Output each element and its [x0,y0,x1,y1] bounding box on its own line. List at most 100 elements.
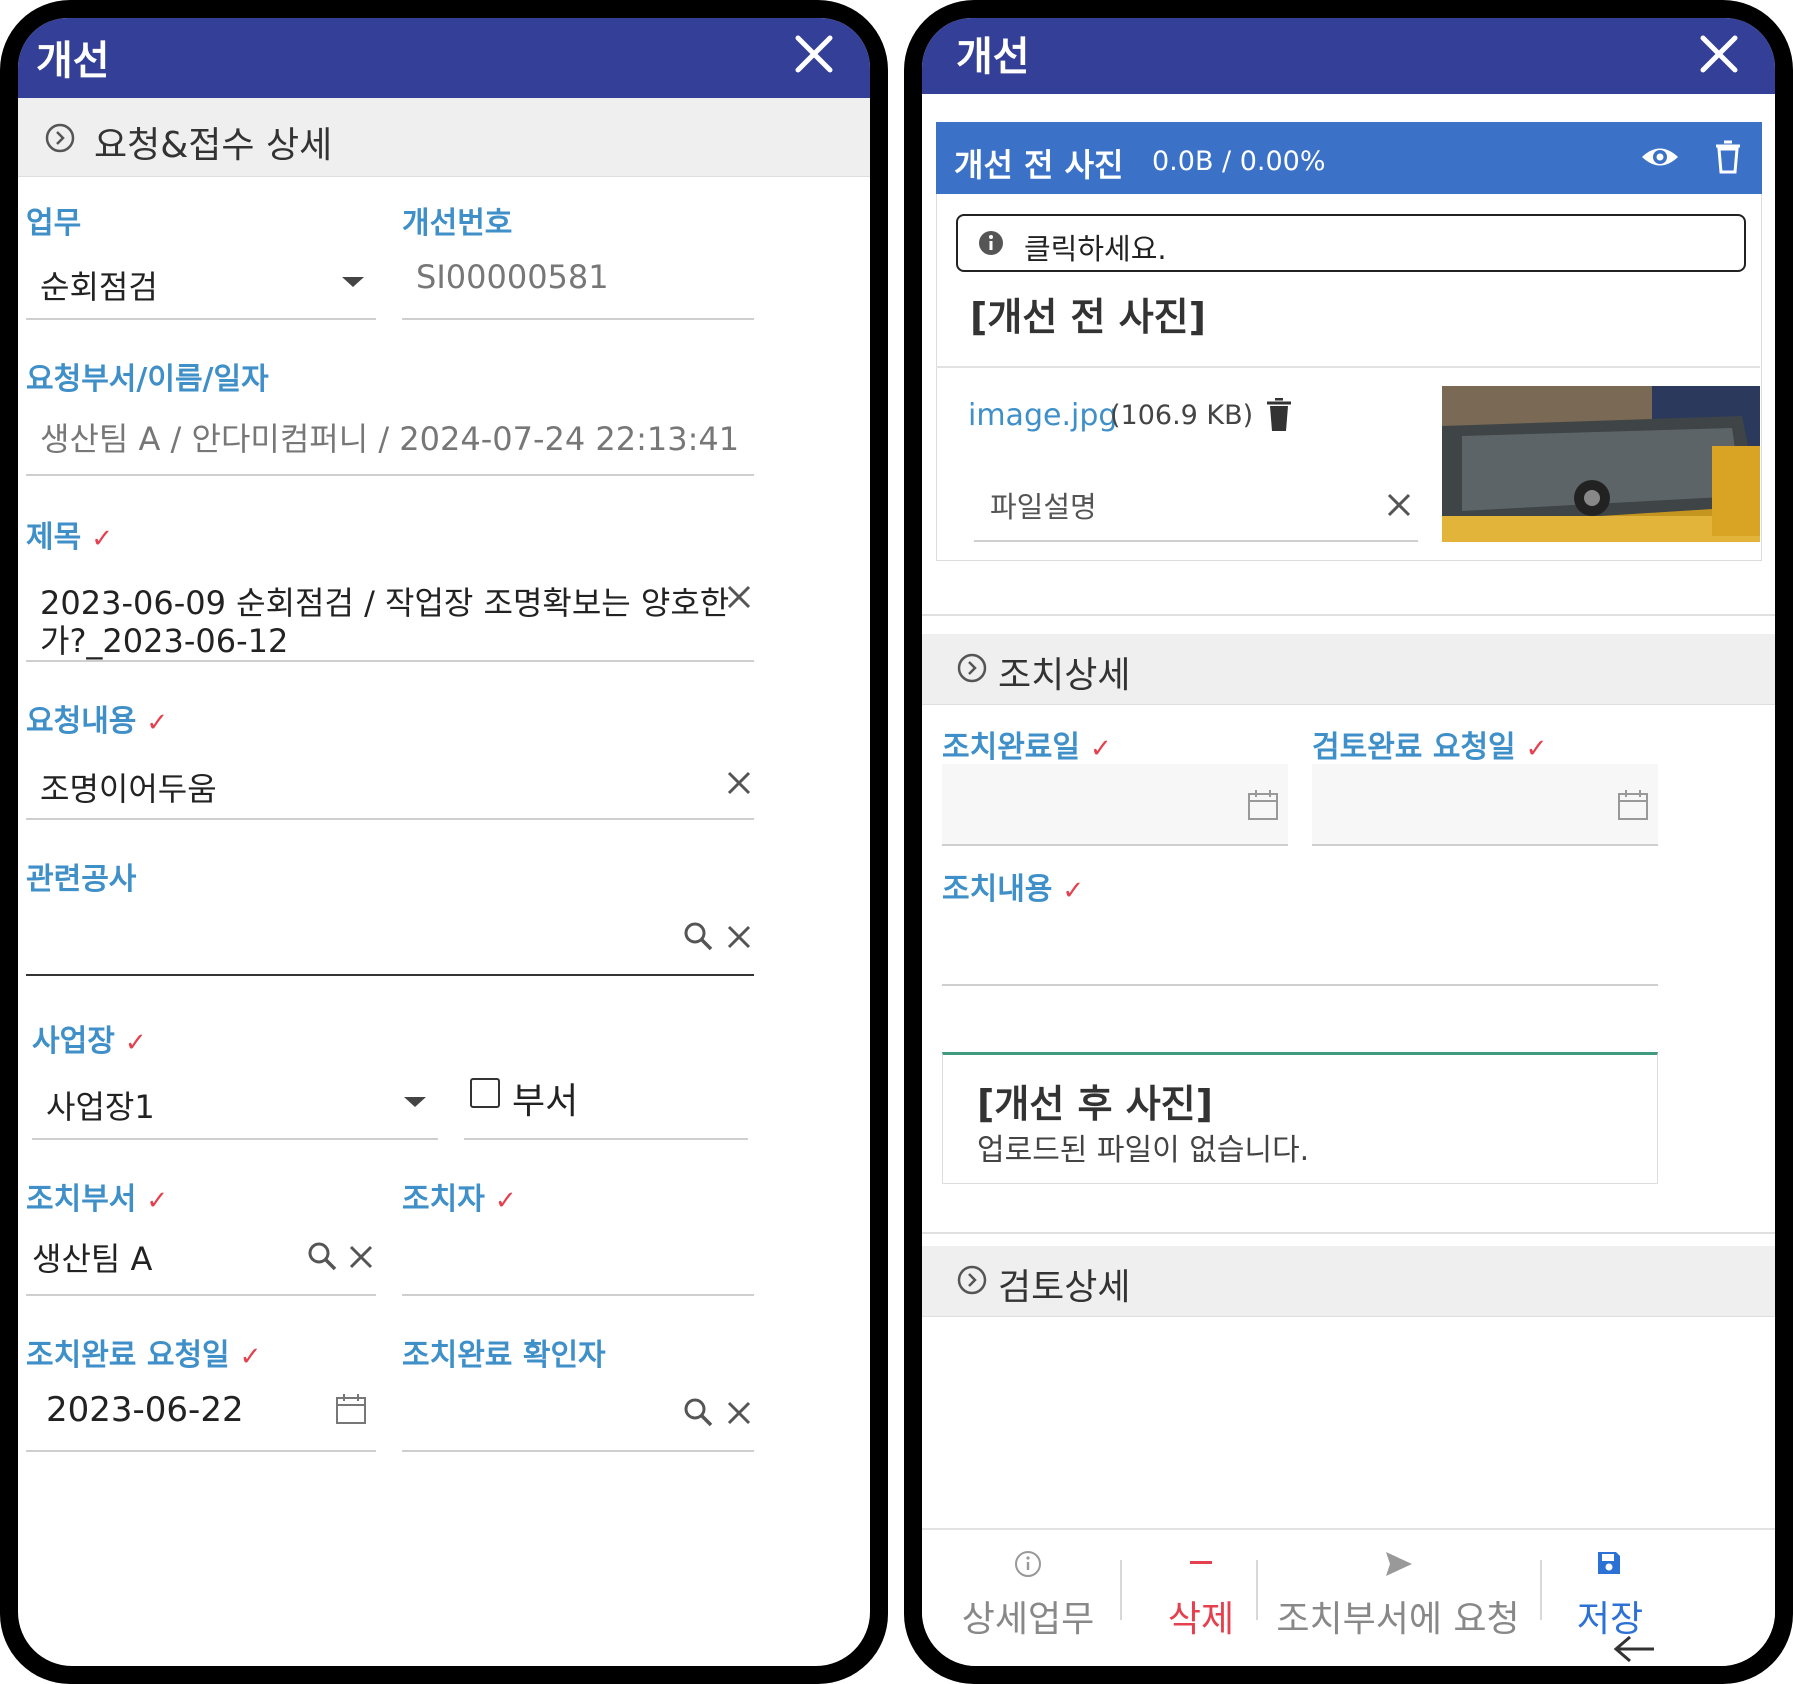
site-select-value[interactable]: 사업장1 [46,1082,155,1128]
task-label: 업무 [26,206,82,241]
file-desc-underline [974,540,1418,542]
divider [1120,1560,1122,1620]
calendar-icon[interactable] [1246,788,1280,822]
required-check-icon: ✓ [239,1342,262,1372]
action-done-underline [942,844,1288,846]
section-title: 요청&접수 상세 [94,125,333,166]
search-icon[interactable] [682,1396,714,1428]
bottom-action-bar: 상세업무 삭제 조치부서에 요청 저장 [922,1528,1775,1666]
eye-icon[interactable] [1640,140,1680,174]
back-arrow-icon[interactable] [1612,1634,1656,1664]
task-underline [26,318,376,320]
hint-text: 클릭하세요. [1024,232,1167,266]
save-icon [1598,1552,1620,1574]
send-icon [1386,1552,1412,1576]
clear-icon[interactable] [346,1242,376,1272]
close-icon[interactable] [1693,28,1745,80]
search-icon[interactable] [682,920,714,952]
clear-icon[interactable] [724,582,754,612]
section-title: 조치상세 [998,655,1131,696]
clear-icon[interactable] [1384,490,1414,520]
action-content-underline[interactable] [942,984,1658,986]
action-done-date-input[interactable] [942,764,1288,844]
number-value: SI00000581 [416,258,609,296]
page-title: 개선 [956,34,1030,80]
required-check-icon: ✓ [1525,734,1548,764]
file-size: (106.9 KB) [1110,400,1254,431]
after-photo-card[interactable]: [개선 후 사진] 업로드된 파일이 없습니다. [942,1052,1658,1184]
dropdown-arrow-icon[interactable] [340,274,366,290]
dropdown-arrow-icon[interactable] [402,1094,428,1110]
minus-icon [1190,1561,1212,1564]
upload-bar-title: 개선 전 사진 [954,146,1124,184]
requester-value: 생산팀 A / 안다미컴퍼니 / 2024-07-24 22:13:41 [40,420,740,458]
trash-icon[interactable] [1714,140,1742,174]
detail-task-label: 상세업무 [961,1599,1095,1640]
section-title: 검토상세 [998,1267,1131,1308]
requester-underline [26,474,754,476]
after-photo-empty: 업로드된 파일이 없습니다. [977,1133,1310,1168]
section-review-detail[interactable]: 검토상세 [922,1246,1775,1317]
trash-icon[interactable] [1266,398,1292,432]
content-label: 요청내용 ✓ [26,704,169,739]
required-check-icon: ✓ [1062,876,1085,906]
before-photo-upload-bar[interactable]: 개선 전 사진 0.0B / 0.00% [936,122,1762,194]
info-icon [979,231,1003,255]
required-check-icon: ✓ [494,1186,517,1216]
clear-icon[interactable] [724,1398,754,1428]
required-check-icon: ✓ [146,708,169,738]
search-icon[interactable] [306,1240,338,1272]
divider [1256,1560,1258,1620]
section-action-detail[interactable]: 조치상세 [922,634,1775,705]
app-bar: 개선 [18,18,870,98]
action-done-label: 조치완료일 ✓ [942,730,1112,765]
actor-underline[interactable] [402,1294,754,1296]
delete-button[interactable]: 삭제 [1126,1530,1276,1660]
dept-underline [464,1138,748,1140]
content-underline [26,818,754,820]
site-underline [32,1138,438,1140]
subject-label: 제목 ✓ [26,520,113,555]
actor-label: 조치자 ✓ [402,1182,517,1217]
review-request-label: 검토완료 요청일 ✓ [1312,730,1548,765]
clear-icon[interactable] [724,768,754,798]
required-check-icon: ✓ [146,1186,169,1216]
request-dept-label: 조치부서에 요청 [1276,1599,1520,1640]
section-divider [922,614,1775,616]
click-upload-hint[interactable]: 클릭하세요. [956,214,1746,272]
calendar-icon[interactable] [1616,788,1650,822]
required-check-icon: ✓ [1090,734,1112,764]
chevron-circle-icon [957,653,987,683]
before-photo-heading: [개선 전 사진] [970,295,1206,339]
detail-task-button[interactable]: 상세업무 [942,1530,1114,1660]
number-label: 개선번호 [402,206,513,241]
action-dept-label: 조치부서 ✓ [26,1182,169,1217]
task-select-value[interactable]: 순회점검 [40,262,158,308]
right-phone-frame: 개선 개선 전 사진 0.0B / 0.00% 클릭하세요. [개선 전 사진]… [904,0,1793,1684]
close-icon[interactable] [788,28,840,80]
review-request-date-input[interactable] [1312,764,1658,844]
heading-divider [936,366,1760,368]
confirmer-label: 조치완료 확인자 [402,1338,606,1373]
request-dept-button[interactable]: 조치부서에 요청 [1266,1530,1530,1660]
required-check-icon: ✓ [91,524,113,554]
due-date-value[interactable]: 2023-06-22 [46,1390,244,1430]
content-value[interactable]: 조명이어두움 [40,764,217,810]
action-content-label: 조치내용 ✓ [942,872,1085,907]
photo-thumbnail[interactable] [1442,386,1760,542]
right-screen: 개선 개선 전 사진 0.0B / 0.00% 클릭하세요. [개선 전 사진]… [922,18,1775,1666]
project-underline[interactable] [26,974,754,976]
site-label: 사업장 ✓ [32,1024,147,1059]
subject-line-2[interactable]: 가?_2023-06-12 [40,616,288,662]
calendar-icon[interactable] [334,1392,368,1426]
action-dept-underline [26,1294,376,1296]
file-desc-placeholder[interactable]: 파일설명 [990,484,1097,526]
left-screen: 개선 요청&접수 상세 업무 순회점검 개선번호 SI00000581 요청부서… [18,18,870,1666]
file-link[interactable]: image.jpg [968,398,1117,433]
section-request-detail[interactable]: 요청&접수 상세 [18,98,870,177]
dept-checkbox[interactable] [470,1078,500,1108]
action-dept-value[interactable]: 생산팀 A [32,1234,152,1280]
divider [1540,1560,1542,1620]
clear-icon[interactable] [724,922,754,952]
review-request-underline [1312,844,1658,846]
